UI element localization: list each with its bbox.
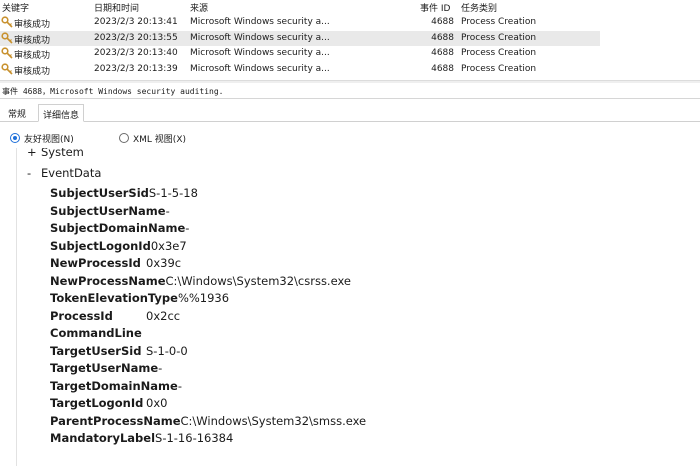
xml-view-label: XML 视图(X) xyxy=(133,135,186,145)
cell-category: Process Creation xyxy=(461,17,537,27)
radio-selected-icon xyxy=(10,133,20,143)
field-value: - xyxy=(185,221,190,235)
field-row: TokenElevationType%%1936 xyxy=(50,291,229,308)
cell-datetime: 2023/2/3 20:13:55 xyxy=(94,32,178,43)
event-title: 事件 4688，Microsoft Windows security audit… xyxy=(2,87,224,96)
field-value: S-1-0-0 xyxy=(146,343,188,358)
cell-category: Process Creation xyxy=(461,48,537,58)
field-value: 0x0 xyxy=(146,396,168,410)
field-row: CommandLine xyxy=(50,326,146,343)
field-row: SubjectLogonId0x3e7 xyxy=(50,239,187,256)
cell-keyword: 审核成功 xyxy=(14,66,51,77)
field-name: SubjectUserSid xyxy=(50,186,149,200)
field-name: MandatoryLabel xyxy=(50,431,156,445)
field-row: TargetLogonId 0x0 xyxy=(50,396,167,413)
field-row: NewProcessId 0x39c xyxy=(50,256,181,273)
event-list-header: 关键字 日期和时间 来源 事件 ID 任务类别 xyxy=(0,0,700,15)
cell-source: Microsoft Windows security a... xyxy=(190,17,330,27)
cell-keyword: 审核成功 xyxy=(14,51,51,61)
column-header-keyword[interactable]: 关键字 xyxy=(2,1,92,14)
field-row: SubjectUserName- xyxy=(50,204,170,221)
pane-splitter[interactable] xyxy=(0,80,700,83)
field-value: %%1936 xyxy=(177,291,230,305)
field-row: ProcessId 0x2cc xyxy=(50,309,180,326)
field-name: TargetLogonId xyxy=(50,396,144,410)
key-icon xyxy=(1,16,13,28)
field-name: TargetUserName xyxy=(50,361,159,375)
field-value: 0x39c xyxy=(146,256,182,270)
field-row: SubjectDomainName- xyxy=(50,221,189,238)
table-row[interactable]: 审核成功 2023/2/3 20:13:41 Microsoft Windows… xyxy=(0,15,600,31)
xml-view-radio[interactable]: XML 视图(X) xyxy=(119,132,199,145)
field-value: S-1-16-16384 xyxy=(155,431,234,445)
field-value: - xyxy=(177,378,182,393)
field-value: 0x3e7 xyxy=(150,238,187,253)
collapse-icon[interactable]: - xyxy=(27,166,41,180)
tab-general[interactable]: 常规 xyxy=(4,104,30,122)
column-header-category[interactable]: 任务类别 xyxy=(461,1,571,14)
field-name: TargetUserSid xyxy=(50,343,142,358)
field-name: SubjectUserName xyxy=(50,203,166,218)
divider xyxy=(0,98,700,99)
cell-datetime: 2023/2/3 20:13:41 xyxy=(94,17,178,27)
cell-source: Microsoft Windows security a... xyxy=(190,32,330,43)
field-name: NewProcessId xyxy=(50,256,141,270)
table-row[interactable]: 审核成功 2023/2/3 20:13:40 Microsoft Windows… xyxy=(0,46,600,62)
field-row: NewProcessNameC:\Windows\System32\csrss.… xyxy=(50,274,351,291)
field-value: 0x2cc xyxy=(146,308,181,323)
expand-icon[interactable]: + xyxy=(27,148,41,159)
key-icon xyxy=(1,62,13,75)
friendly-view-label: 友好视图(N) xyxy=(24,135,74,145)
field-row: SubjectUserSidS-1-5-18 xyxy=(50,186,198,203)
event-list: 关键字 日期和时间 来源 事件 ID 任务类别 审核成功 2023/2/3 20… xyxy=(0,0,700,80)
field-name: CommandLine xyxy=(50,326,142,340)
cell-datetime: 2023/2/3 20:13:40 xyxy=(94,48,178,58)
cell-source: Microsoft Windows security a... xyxy=(190,48,330,58)
key-icon xyxy=(1,31,13,44)
event-detail-pane: + System - EventData SubjectUserSidS-1-5-1… xyxy=(16,148,700,466)
field-name: SubjectDomainName xyxy=(50,221,186,235)
field-row: TargetDomainName- xyxy=(50,379,182,396)
field-name: ProcessId xyxy=(50,308,113,323)
field-value: C:\Windows\System32\csrss.exe xyxy=(165,273,351,288)
cell-event-id: 4688 xyxy=(431,17,454,27)
friendly-view-radio[interactable]: 友好视图(N) xyxy=(10,132,90,145)
cell-category: Process Creation xyxy=(461,32,537,43)
field-name: NewProcessName xyxy=(50,273,166,288)
tree-node-system[interactable]: + System xyxy=(27,148,84,159)
table-row[interactable]: 审核成功 2023/2/3 20:13:39 Microsoft Windows… xyxy=(0,62,600,78)
view-mode-bar: 友好视图(N) XML 视图(X) xyxy=(0,128,700,148)
cell-datetime: 2023/2/3 20:13:39 xyxy=(94,63,178,74)
field-row: ParentProcessNameC:\Windows\System32\sms… xyxy=(50,414,366,431)
cell-event-id: 4688 xyxy=(431,63,454,74)
field-value: - xyxy=(158,361,163,375)
field-row: MandatoryLabelS-1-16-16384 xyxy=(50,431,233,448)
field-value: - xyxy=(165,203,170,218)
column-header-datetime[interactable]: 日期和时间 xyxy=(94,1,188,14)
tree-node-eventdata[interactable]: - EventData xyxy=(27,166,101,180)
detail-tabs: 常规 详细信息 xyxy=(0,104,700,122)
cell-event-id: 4688 xyxy=(431,48,454,58)
cell-event-id: 4688 xyxy=(431,32,454,43)
tab-details[interactable]: 详细信息 xyxy=(38,104,85,122)
column-header-event-id[interactable]: 事件 ID xyxy=(420,1,456,14)
cell-source: Microsoft Windows security a... xyxy=(190,63,330,74)
field-value: S-1-5-18 xyxy=(148,186,198,200)
field-row: TargetUserSid S-1-0-0 xyxy=(50,344,188,361)
tree-node-label: EventData xyxy=(41,166,102,180)
radio-unselected-icon xyxy=(119,133,129,143)
tree-node-label: System xyxy=(41,148,84,159)
key-icon xyxy=(1,47,13,59)
column-header-source[interactable]: 来源 xyxy=(190,1,340,14)
field-name: ParentProcessName xyxy=(50,413,181,428)
cell-keyword: 审核成功 xyxy=(14,35,51,46)
field-value: C:\Windows\System32\smss.exe xyxy=(180,413,367,428)
field-name: TargetDomainName xyxy=(50,378,178,393)
field-name: SubjectLogonId xyxy=(50,238,151,253)
cell-category: Process Creation xyxy=(461,63,537,74)
cell-keyword: 审核成功 xyxy=(14,20,51,30)
field-name: TokenElevationType xyxy=(50,291,178,305)
field-row: TargetUserName- xyxy=(50,361,162,378)
table-row-selected[interactable]: 审核成功 2023/2/3 20:13:55 Microsoft Windows… xyxy=(0,30,600,46)
